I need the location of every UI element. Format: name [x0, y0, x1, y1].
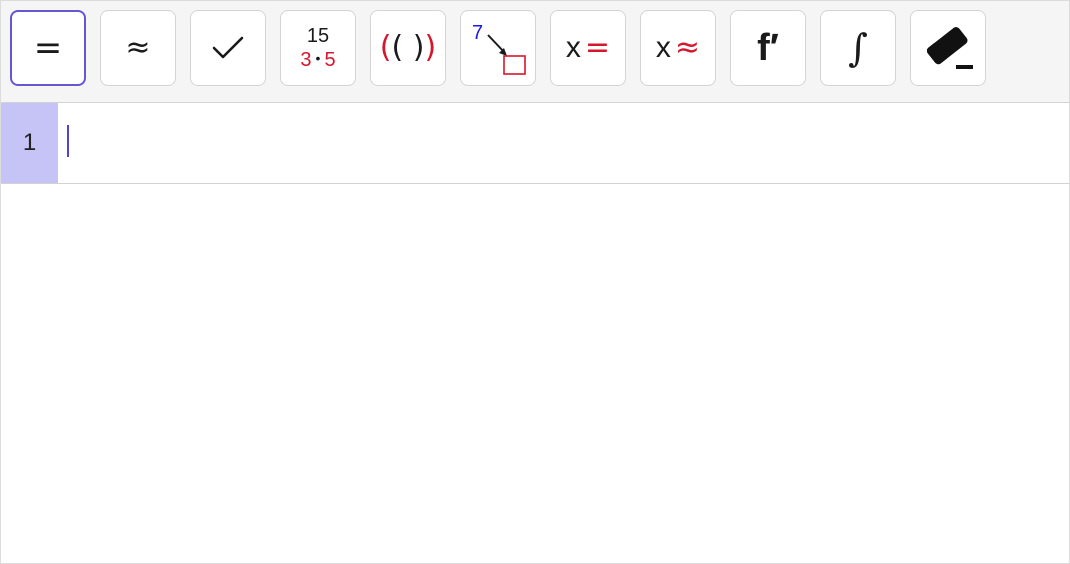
- factor-factors-label: 3 • 5: [300, 48, 336, 71]
- nsolve-button[interactable]: x ≈: [640, 10, 716, 86]
- evaluate-button[interactable]: =: [10, 10, 86, 86]
- factor-button[interactable]: 15 3 • 5: [280, 10, 356, 86]
- derivative-icon: f′: [757, 27, 779, 69]
- text-caret: [67, 125, 69, 157]
- delete-button[interactable]: [910, 10, 986, 86]
- eraser-icon: [926, 27, 973, 69]
- cas-toolbar: = ≈ 15 3 • 5 (( )) 7 x = x ≈ f′ ∫: [1, 1, 1069, 103]
- expand-button[interactable]: (( )): [370, 10, 446, 86]
- row-number[interactable]: 1: [1, 103, 58, 183]
- derivative-button[interactable]: f′: [730, 10, 806, 86]
- numeric-button[interactable]: ≈: [100, 10, 176, 86]
- cas-row: 1: [1, 103, 1069, 184]
- cas-empty-area[interactable]: [1, 184, 1069, 563]
- approx-icon: ≈: [125, 30, 151, 65]
- solve-icon: x =: [565, 30, 611, 65]
- parentheses-icon: (( )): [379, 30, 437, 65]
- nsolve-icon: x ≈: [655, 30, 701, 65]
- checkmark-icon: [212, 36, 244, 59]
- substitute-button[interactable]: 7: [460, 10, 536, 86]
- integral-icon: ∫: [848, 26, 868, 70]
- cas-view: = ≈ 15 3 • 5 (( )) 7 x = x ≈ f′ ∫ 1: [0, 0, 1070, 564]
- solve-button[interactable]: x =: [550, 10, 626, 86]
- equals-icon: =: [33, 28, 63, 68]
- substitute-arrow-icon: [487, 34, 526, 75]
- factor-product-label: 15: [306, 24, 330, 47]
- cas-input-field[interactable]: [59, 103, 1069, 183]
- integral-button[interactable]: ∫: [820, 10, 896, 86]
- keep-input-button[interactable]: [190, 10, 266, 86]
